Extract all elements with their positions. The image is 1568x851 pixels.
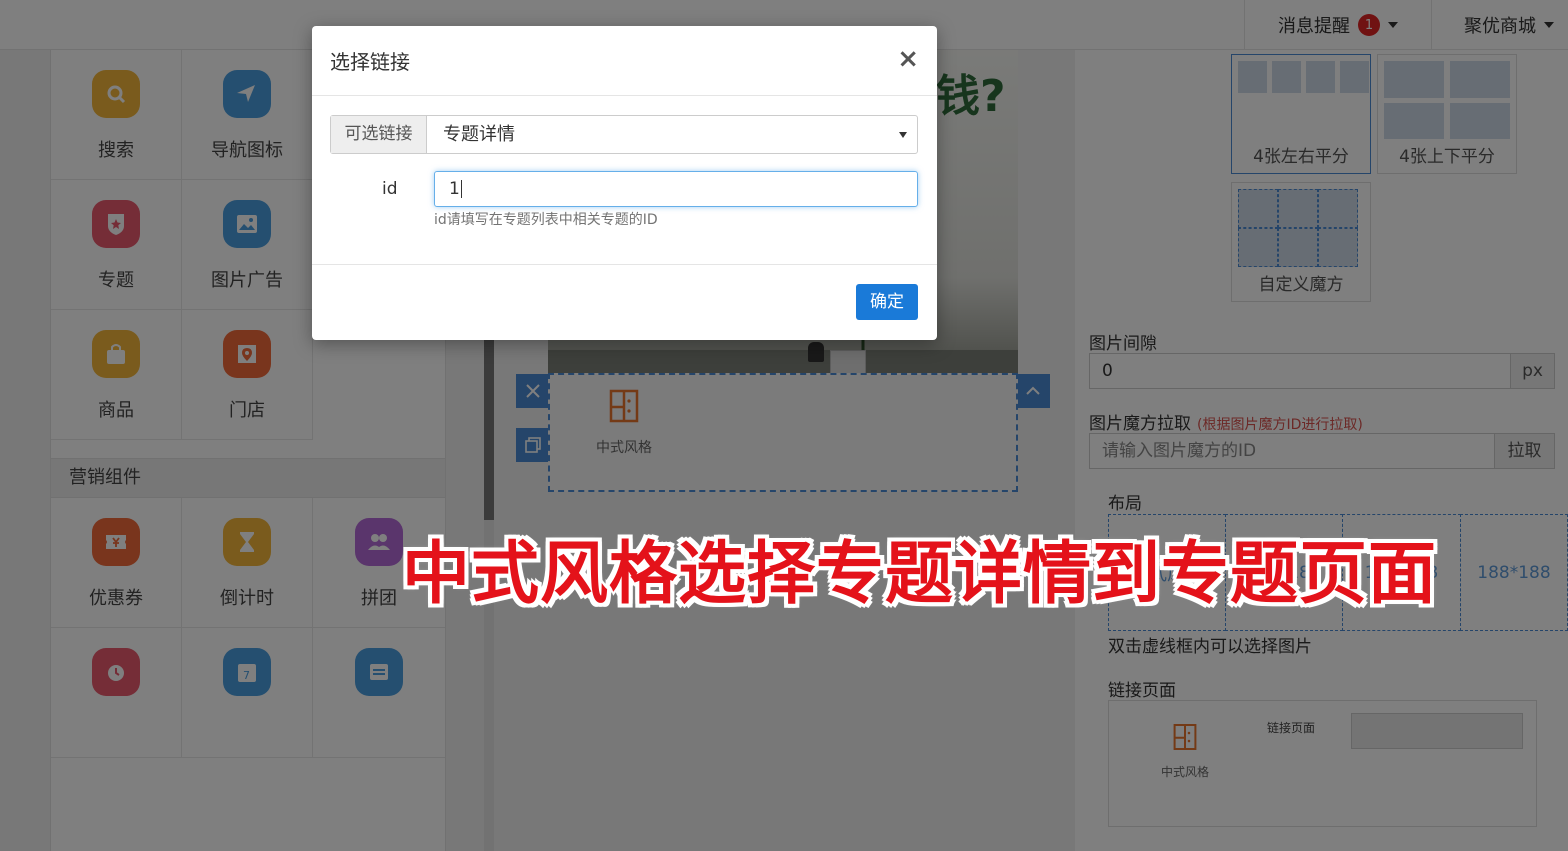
select-addon-label: 可选链接 — [331, 116, 427, 153]
close-icon[interactable]: × — [897, 44, 919, 74]
text-cursor — [460, 180, 462, 198]
id-input-value: 1 — [449, 179, 460, 199]
id-label: id — [382, 179, 398, 199]
modal-title: 选择链接 — [330, 50, 410, 74]
id-input[interactable]: 1 — [434, 171, 918, 207]
link-type-selected: 专题详情 — [443, 124, 515, 145]
id-help-text: id请填写在专题列表中相关专题的ID — [434, 212, 658, 228]
confirm-button[interactable]: 确定 — [856, 284, 918, 320]
modal-footer: 确定 — [312, 264, 937, 340]
modal-header: 选择链接 × — [312, 26, 937, 96]
tutorial-caption: 中式风格选择专题详情到专题页面 — [402, 535, 1438, 614]
chevron-down-icon — [899, 132, 907, 138]
select-link-modal: 选择链接 × 可选链接 专题详情 id 1 id请填写在专题列表中相关专题的ID… — [312, 26, 937, 340]
link-type-value[interactable]: 专题详情 — [427, 116, 917, 153]
link-type-select[interactable]: 可选链接 专题详情 — [330, 115, 918, 154]
